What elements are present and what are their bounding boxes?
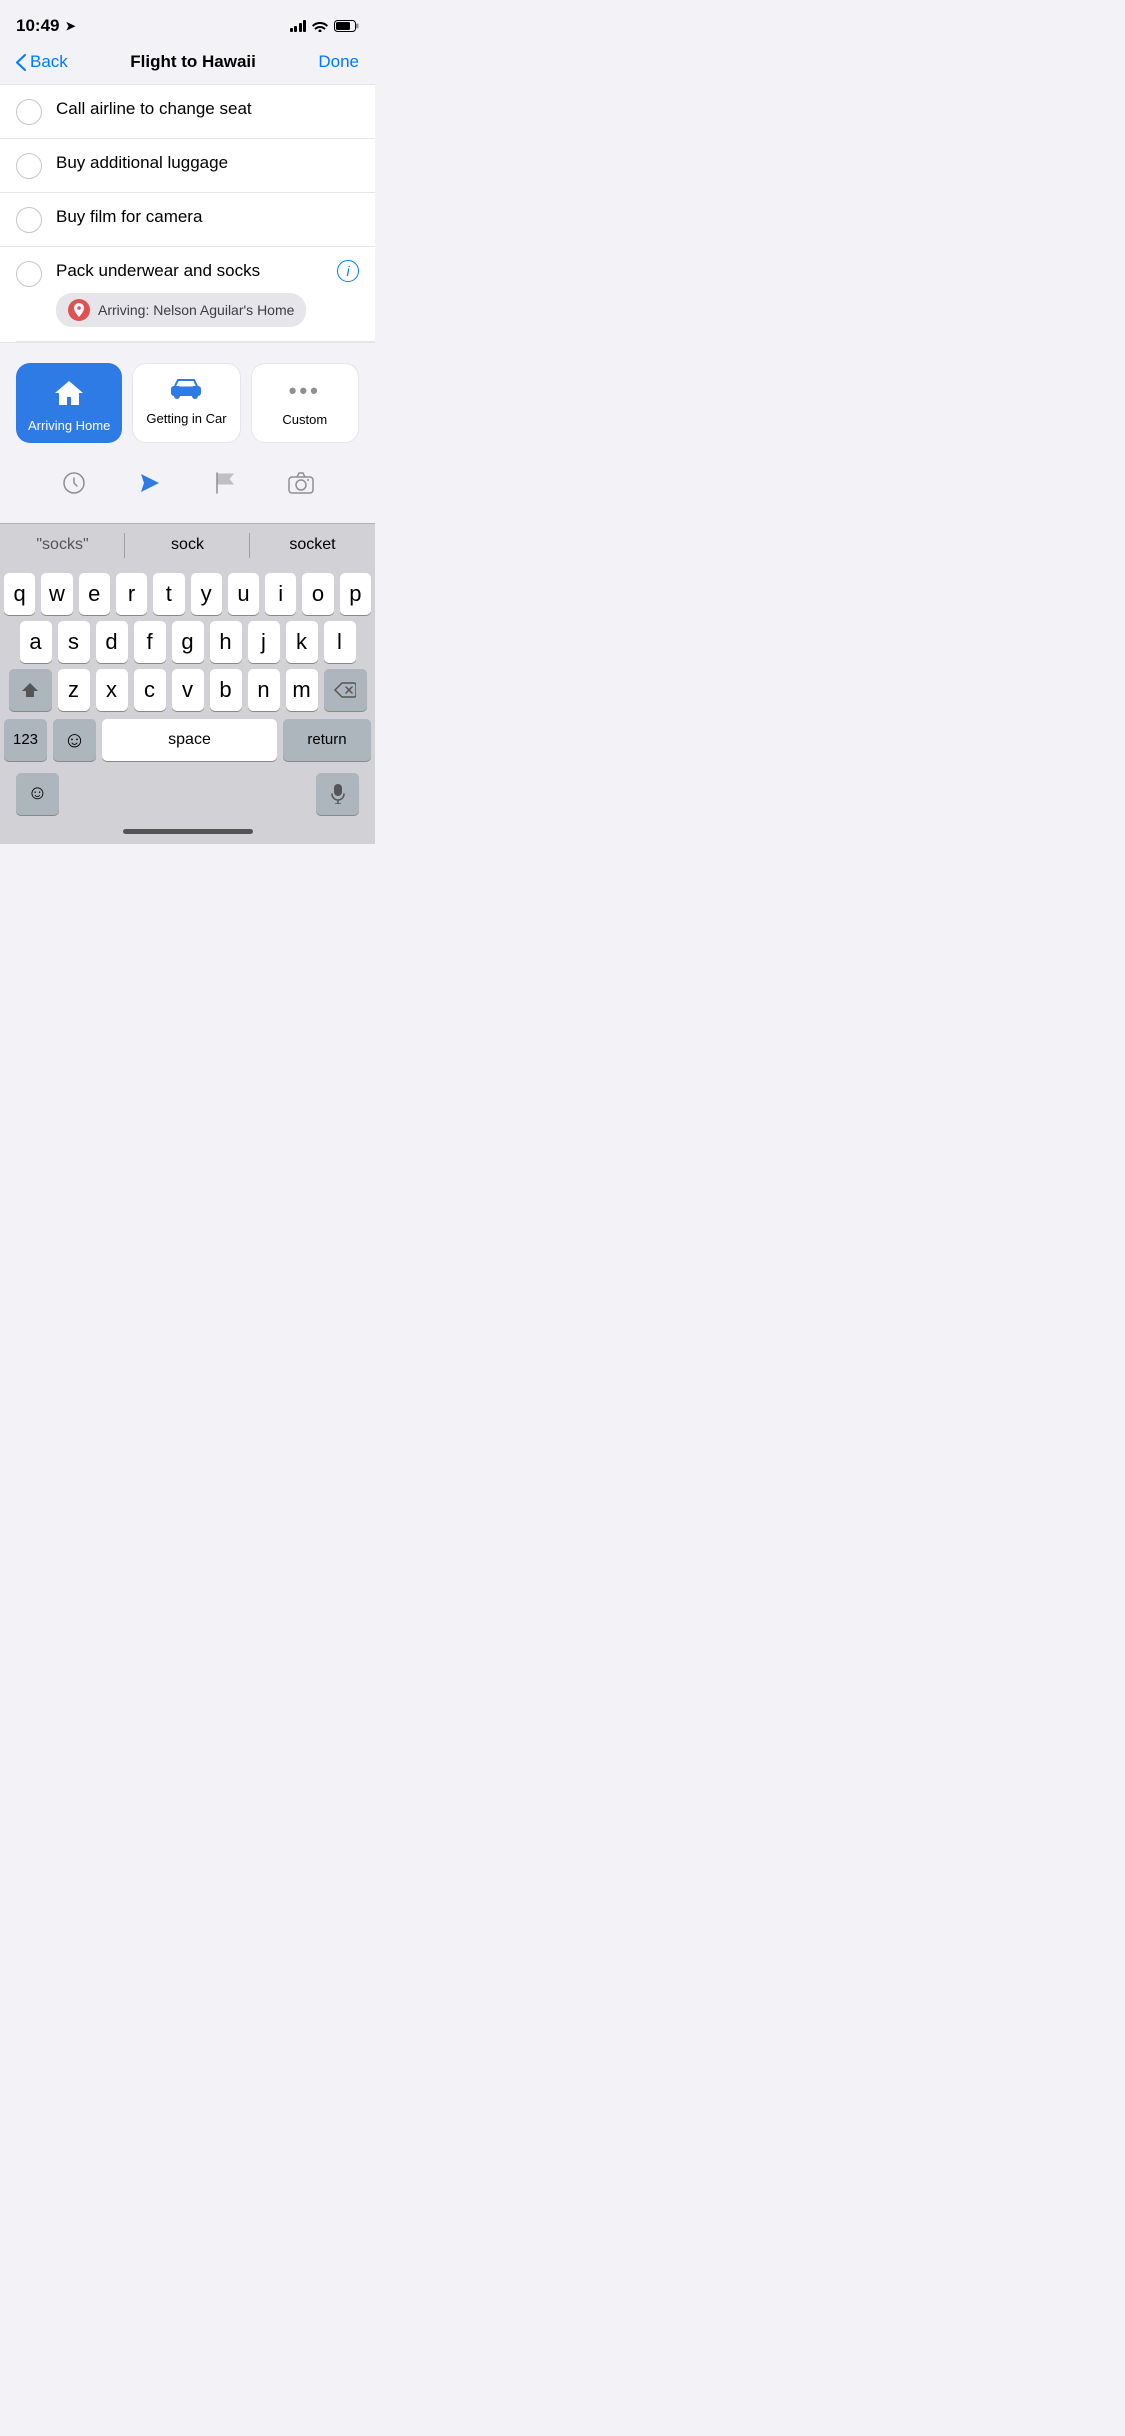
todo-text-1: Call airline to change seat — [56, 98, 252, 121]
todo-text-4: Pack underwear and socks — [56, 260, 260, 283]
status-bar: 10:49 ➤ — [0, 0, 375, 44]
signal-icon — [290, 20, 307, 32]
autocomplete-text-1: sock — [171, 536, 204, 554]
autocomplete-socket[interactable]: socket — [250, 524, 375, 567]
trigger-custom[interactable]: ••• Custom — [251, 363, 359, 443]
todo-item-1: Call airline to change seat — [0, 85, 375, 139]
autocomplete-sock[interactable]: sock — [125, 524, 250, 567]
key-c[interactable]: c — [134, 669, 166, 711]
custom-label: Custom — [282, 412, 327, 427]
autocomplete-text-0: "socks" — [36, 536, 88, 554]
autocomplete-bar: "socks" sock socket — [0, 523, 375, 567]
key-w[interactable]: w — [41, 573, 72, 615]
camera-icon[interactable] — [285, 467, 317, 499]
key-s[interactable]: s — [58, 621, 90, 663]
keyboard-row-1: q w e r t y u i o p — [0, 567, 375, 615]
key-l[interactable]: l — [324, 621, 356, 663]
key-emoji-bottom[interactable]: ☺ — [16, 773, 59, 815]
autocomplete-text-2: socket — [289, 536, 335, 554]
time-label: 10:49 — [16, 16, 59, 36]
numbers-label: 123 — [13, 731, 38, 748]
bottom-icons-row — [16, 463, 359, 507]
todo-checkbox-1[interactable] — [16, 99, 42, 125]
keyboard-row-2: a s d f g h j k l — [0, 615, 375, 663]
key-a[interactable]: a — [20, 621, 52, 663]
key-r[interactable]: r — [116, 573, 147, 615]
space-label: space — [168, 731, 211, 749]
key-q[interactable]: q — [4, 573, 35, 615]
nav-bar: Back Flight to Hawaii Done — [0, 44, 375, 84]
key-p[interactable]: p — [340, 573, 371, 615]
key-t[interactable]: t — [153, 573, 184, 615]
key-delete[interactable] — [324, 669, 367, 711]
home-bar — [123, 829, 253, 834]
reminder-text: Arriving: Nelson Aguilar's Home — [98, 302, 294, 318]
reminder-badge[interactable]: Arriving: Nelson Aguilar's Home — [56, 293, 306, 327]
key-y[interactable]: y — [191, 573, 222, 615]
done-button[interactable]: Done — [318, 52, 359, 72]
todo-checkbox-2[interactable] — [16, 153, 42, 179]
keyboard: q w e r t y u i o p a s d f g h j k l z … — [0, 567, 375, 821]
arriving-home-label: Arriving Home — [28, 418, 110, 433]
key-n[interactable]: n — [248, 669, 280, 711]
todo-right-4: Pack underwear and socks i Arriving: Nel… — [56, 260, 359, 341]
key-x[interactable]: x — [96, 669, 128, 711]
trigger-area: Arriving Home Getting in Car ••• Custom — [0, 342, 375, 523]
key-emoji[interactable]: ☺ — [53, 719, 96, 761]
location-icon: ➤ — [65, 19, 75, 33]
key-o[interactable]: o — [302, 573, 333, 615]
key-f[interactable]: f — [134, 621, 166, 663]
key-u[interactable]: u — [228, 573, 259, 615]
todo-item-4: Pack underwear and socks i Arriving: Nel… — [0, 247, 375, 341]
key-space[interactable]: space — [102, 719, 277, 761]
todo-text-2: Buy additional luggage — [56, 152, 228, 175]
return-label: return — [307, 731, 346, 748]
keyboard-row-4: 123 ☺ space return — [0, 711, 375, 767]
home-icon — [53, 377, 85, 410]
todo-list: Call airline to change seat Buy addition… — [0, 84, 375, 342]
flag-icon[interactable] — [209, 467, 241, 499]
key-z[interactable]: z — [58, 669, 90, 711]
key-mic[interactable] — [316, 773, 359, 815]
todo-checkbox-3[interactable] — [16, 207, 42, 233]
autocomplete-socks-quoted[interactable]: "socks" — [0, 524, 125, 567]
key-shift[interactable] — [9, 669, 52, 711]
key-k[interactable]: k — [286, 621, 318, 663]
todo-text-row-4: Pack underwear and socks i — [56, 260, 359, 283]
back-button[interactable]: Back — [16, 52, 68, 72]
nav-title: Flight to Hawaii — [130, 52, 256, 72]
key-i[interactable]: i — [265, 573, 296, 615]
keyboard-row-3: z x c v b n m — [0, 663, 375, 711]
more-icon: ••• — [289, 378, 321, 404]
status-time: 10:49 ➤ — [16, 16, 76, 36]
home-indicator — [0, 821, 375, 844]
key-j[interactable]: j — [248, 621, 280, 663]
reminder-location-icon — [68, 299, 90, 321]
key-return[interactable]: return — [283, 719, 371, 761]
getting-in-car-label: Getting in Car — [146, 411, 226, 426]
key-m[interactable]: m — [286, 669, 318, 711]
clock-icon[interactable] — [58, 467, 90, 499]
key-d[interactable]: d — [96, 621, 128, 663]
key-numbers[interactable]: 123 — [4, 719, 47, 761]
trigger-getting-in-car[interactable]: Getting in Car — [132, 363, 240, 443]
todo-checkbox-4[interactable] — [16, 261, 42, 287]
back-label: Back — [30, 52, 68, 72]
car-icon — [169, 378, 203, 403]
status-icons — [290, 20, 360, 32]
location-arrow-icon[interactable] — [134, 467, 166, 499]
key-e[interactable]: e — [79, 573, 110, 615]
wifi-icon — [312, 20, 328, 32]
info-button[interactable]: i — [337, 260, 359, 282]
key-h[interactable]: h — [210, 621, 242, 663]
battery-icon — [334, 20, 359, 32]
key-b[interactable]: b — [210, 669, 242, 711]
todo-item-3: Buy film for camera — [0, 193, 375, 247]
key-v[interactable]: v — [172, 669, 204, 711]
todo-item-2: Buy additional luggage — [0, 139, 375, 193]
trigger-arriving-home[interactable]: Arriving Home — [16, 363, 122, 443]
key-g[interactable]: g — [172, 621, 204, 663]
trigger-options: Arriving Home Getting in Car ••• Custom — [16, 363, 359, 443]
todo-text-3: Buy film for camera — [56, 206, 202, 229]
